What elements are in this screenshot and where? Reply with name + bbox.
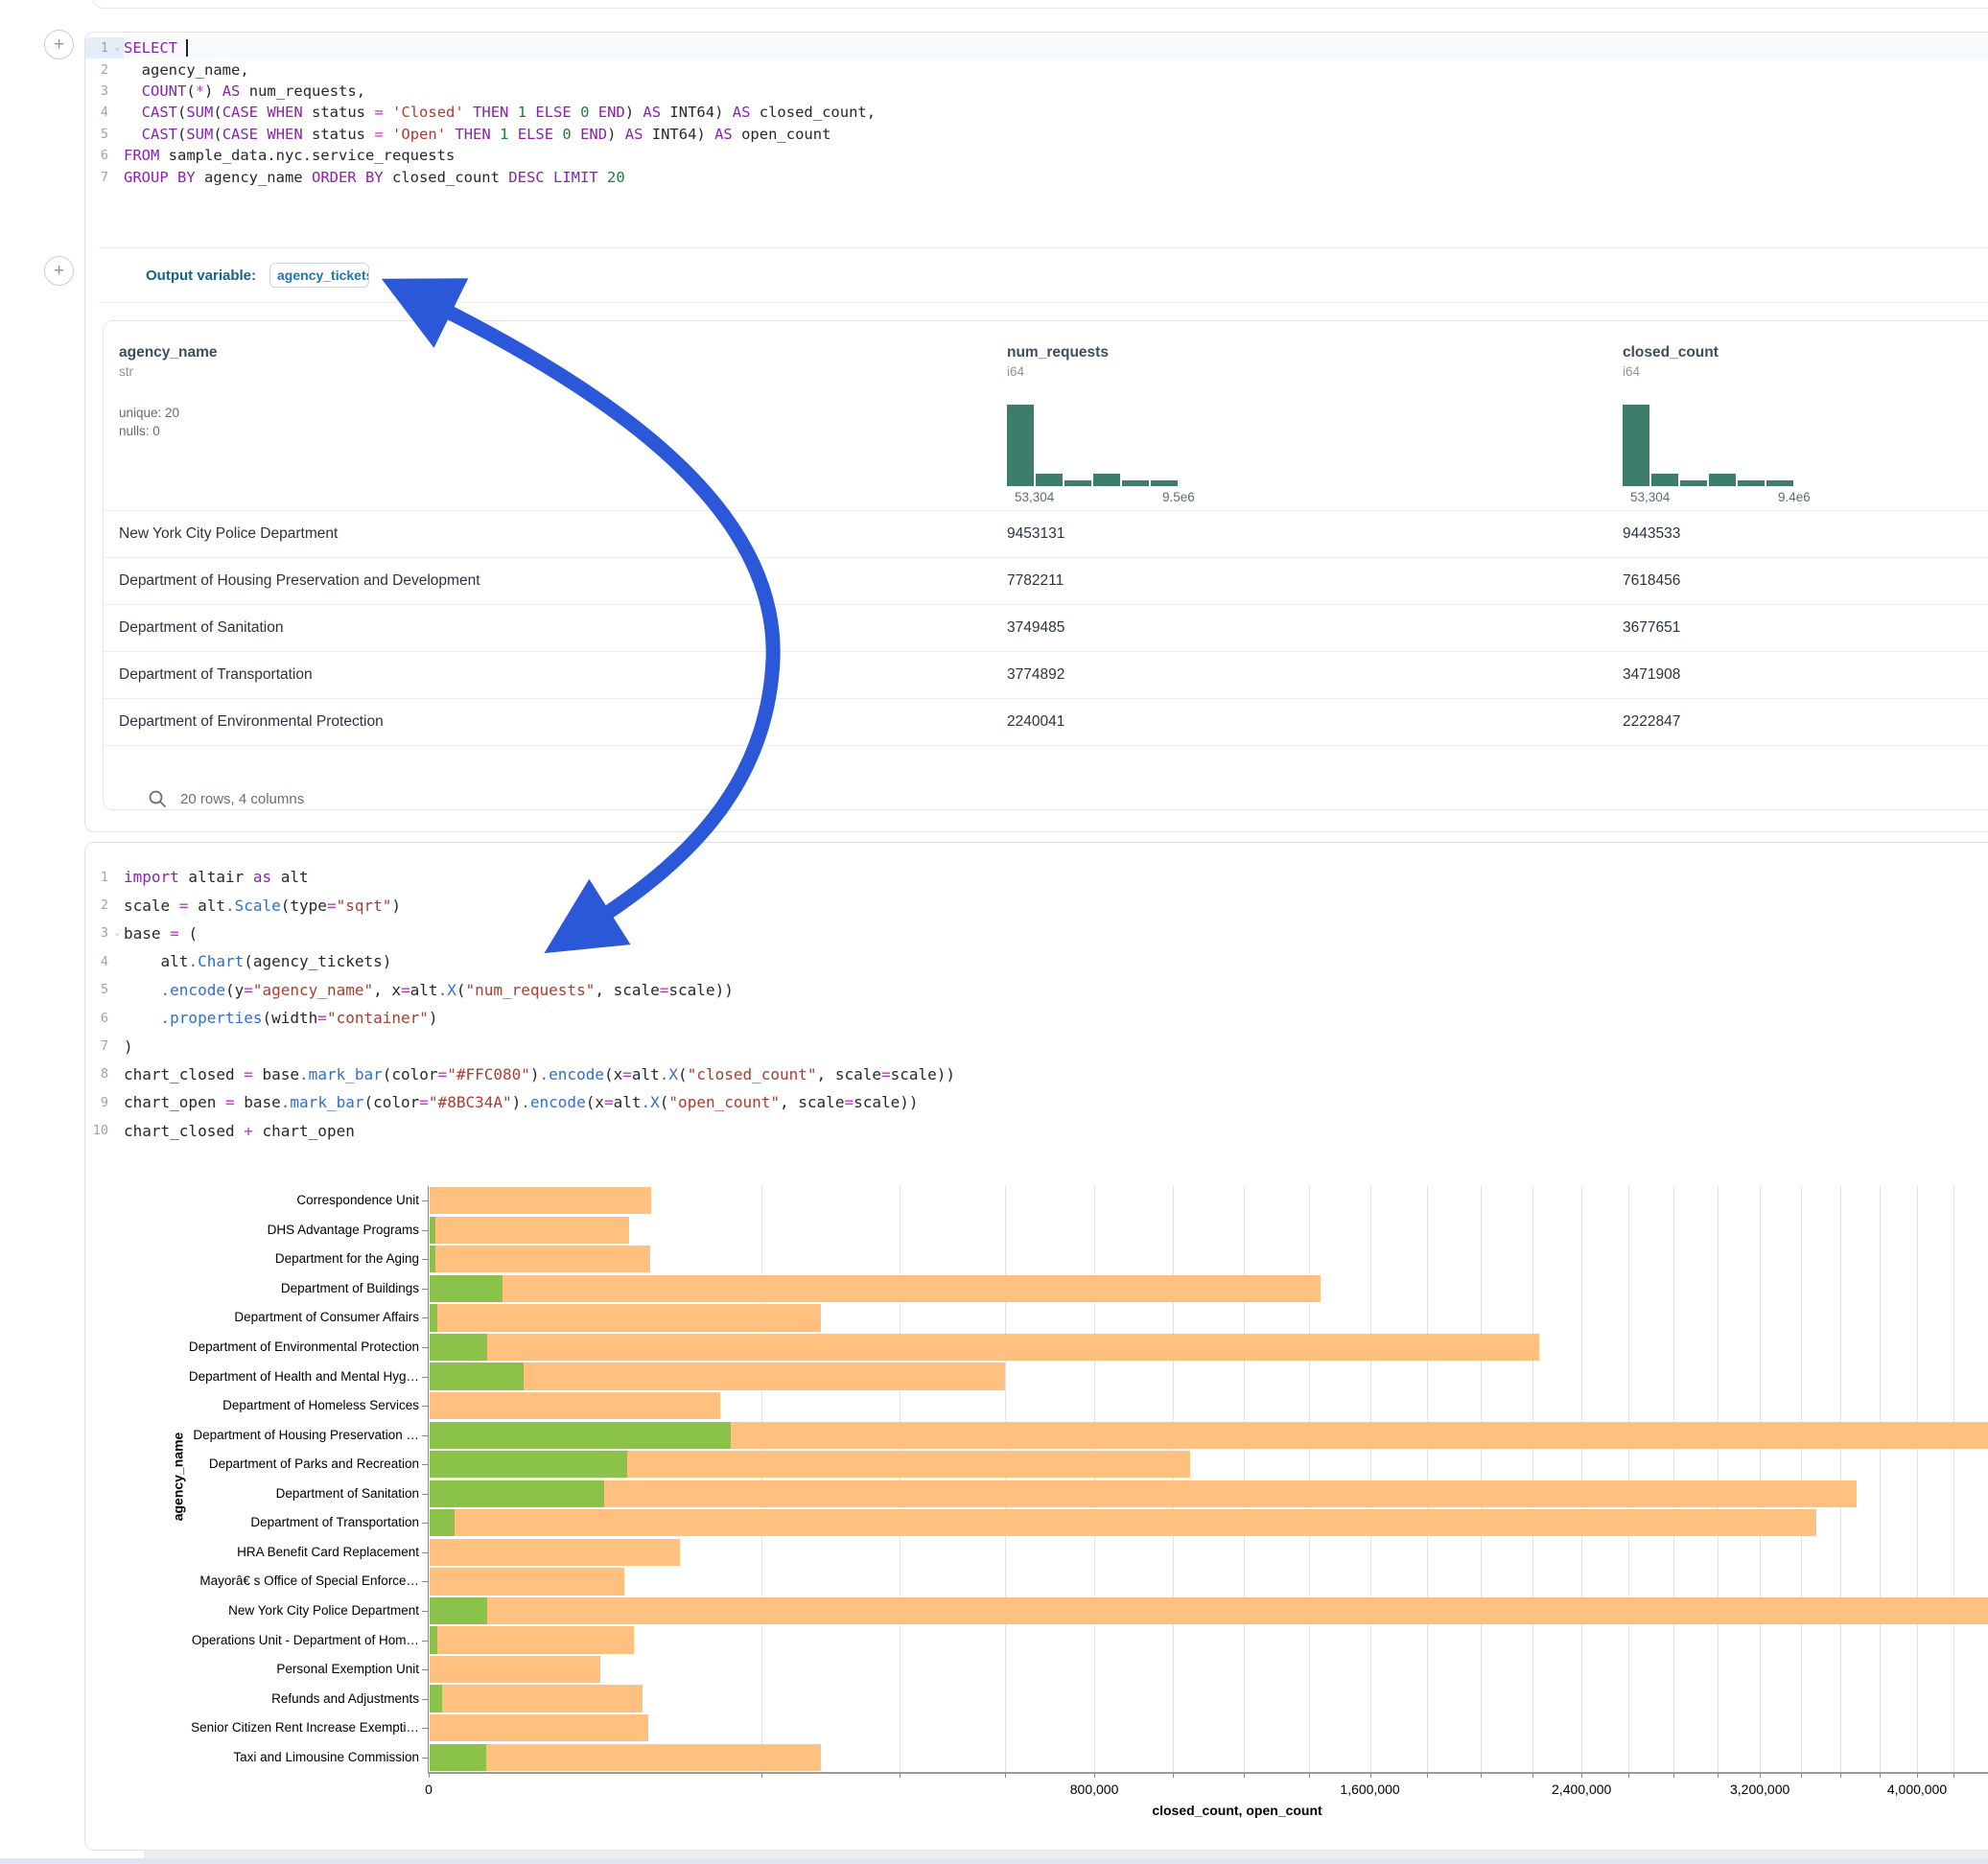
code-line[interactable]: 10chart_closed + chart_open <box>85 1117 1988 1145</box>
column-header[interactable]: agency_namestrunique: 20nulls: 0 <box>119 344 218 440</box>
code-line[interactable]: 3⌄base = ( <box>85 920 1988 947</box>
python-cell: 1import altair as alt2scale = alt.Scale(… <box>84 842 1988 1851</box>
line-number: 6 <box>85 1004 124 1032</box>
line-number: 7 <box>85 1032 124 1060</box>
table-row: Department of Sanitation 3749485 3677651 <box>104 604 1988 651</box>
add-cell-button[interactable]: + <box>44 30 74 59</box>
histogram-bar <box>1151 480 1178 486</box>
line-number: 2 <box>85 58 124 80</box>
code-line[interactable]: 4 alt.Chart(agency_tickets) <box>85 947 1988 975</box>
line-number: 2 <box>85 891 124 919</box>
histogram-min-label: 53,304 <box>1015 490 1054 504</box>
table-cell: 2222847 <box>1623 713 1680 731</box>
table-cell: Department of Transportation <box>119 666 313 684</box>
table-cell: Department of Sanitation <box>119 619 283 637</box>
histogram-bar <box>1122 480 1149 486</box>
table-row: New York City Police Department 9453131 94… <box>104 510 1988 557</box>
line-number: 3 <box>85 81 124 102</box>
table-cell: 9443533 <box>1623 525 1680 543</box>
code-line[interactable]: 2 agency_name, <box>85 58 1988 80</box>
histogram-max-label: 9.5e6 <box>1162 490 1195 504</box>
code-line[interactable]: 4 CAST(SUM(CASE WHEN status = 'Closed' T… <box>85 102 1988 123</box>
code-line[interactable]: 5 CAST(SUM(CASE WHEN status = 'Open' THE… <box>85 124 1988 145</box>
histogram-bar <box>1007 405 1034 486</box>
table-cell: 3774892 <box>1007 666 1064 684</box>
code-line[interactable]: 6 .properties(width="container") <box>85 1004 1988 1032</box>
table-cell: New York City Police Department <box>119 525 338 543</box>
search-icon[interactable] <box>148 789 167 808</box>
results-table: agency_namestrunique: 20nulls: 0 num_requ… <box>103 320 1988 810</box>
code-line[interactable]: 5 .encode(y="agency_name", x=alt.X("num_… <box>85 976 1988 1004</box>
code-line[interactable]: 7) <box>85 1032 1988 1060</box>
output-variable-bar: Output variable: agency_tickets <box>85 248 1988 302</box>
output-variable-input[interactable]: agency_tickets <box>269 263 369 288</box>
histogram-bar <box>1093 474 1120 486</box>
column-histogram <box>1623 404 1793 486</box>
table-cell: 3749485 <box>1007 619 1064 637</box>
line-number: 9 <box>85 1088 124 1116</box>
table-row: Department of Environmental Protection 22… <box>104 698 1988 745</box>
column-histogram <box>1007 404 1178 486</box>
table-cell: 3677651 <box>1623 619 1680 637</box>
histogram-bar <box>1738 480 1765 486</box>
code-line[interactable]: 7GROUP BY agency_name ORDER BY closed_co… <box>85 166 1988 187</box>
code-line[interactable]: 1⌄SELECT <box>85 37 1988 58</box>
table-cell: 7618456 <box>1623 572 1680 590</box>
add-cell-button[interactable]: + <box>44 256 74 286</box>
histogram-bar <box>1709 474 1736 486</box>
sql-cell: 1⌄SELECT 2 agency_name,3 COUNT(*) AS num… <box>84 32 1988 832</box>
previous-cell-edge <box>92 0 1988 9</box>
histogram-bar <box>1036 474 1063 486</box>
table-bottom-divider <box>104 745 1988 746</box>
table-cell: 9453131 <box>1007 525 1064 543</box>
histogram-bar <box>1623 405 1649 486</box>
line-number: 1 <box>85 863 124 891</box>
table-row: Department of Housing Preservation and D… <box>104 557 1988 604</box>
code-line[interactable]: 9chart_open = base.mark_bar(color="#8BC3… <box>85 1088 1988 1116</box>
table-cell: 7782211 <box>1007 572 1064 590</box>
line-number: 4 <box>85 102 124 123</box>
line-number: 3⌄ <box>85 920 124 947</box>
sql-code-editor[interactable]: 1⌄SELECT 2 agency_name,3 COUNT(*) AS num… <box>85 37 1988 188</box>
column-header[interactable]: num_requestsi6453,3049.5e6 <box>1007 344 1109 379</box>
page-gap <box>144 1851 1988 1858</box>
line-number: 10 <box>85 1117 124 1145</box>
table-cell: 2240041 <box>1007 713 1064 731</box>
python-code-editor[interactable]: 1import altair as alt2scale = alt.Scale(… <box>85 863 1988 1145</box>
code-line[interactable]: 2scale = alt.Scale(type="sqrt") <box>85 891 1988 919</box>
line-number: 5 <box>85 124 124 145</box>
column-header[interactable]: closed_counti6453,3049.4e6 <box>1623 344 1719 379</box>
next-cell-edge <box>0 1858 1988 1864</box>
line-number: 6 <box>85 145 124 166</box>
code-line[interactable]: 8chart_closed = base.mark_bar(color="#FF… <box>85 1060 1988 1088</box>
table-header: agency_namestrunique: 20nulls: 0 num_requ… <box>104 321 1988 510</box>
table-footer: 20 rows, 4 columns <box>148 789 304 808</box>
line-number: 1⌄ <box>85 37 124 58</box>
table-cell: Department of Housing Preservation and D… <box>119 572 480 590</box>
histogram-bar <box>1064 480 1091 486</box>
output-variable-label: Output variable: <box>146 268 256 284</box>
histogram-min-label: 53,304 <box>1630 490 1670 504</box>
code-line[interactable]: 6FROM sample_data.nyc.service_requests <box>85 145 1988 166</box>
line-number: 7 <box>85 166 124 187</box>
histogram-max-label: 9.4e6 <box>1778 490 1811 504</box>
line-number: 8 <box>85 1060 124 1088</box>
table-row: Department of Transportation 3774892 34719… <box>104 651 1988 698</box>
table-cell: Department of Environmental Protection <box>119 713 384 731</box>
code-line[interactable]: 3 COUNT(*) AS num_requests, <box>85 81 1988 102</box>
table-cell: 3471908 <box>1623 666 1680 684</box>
line-number: 4 <box>85 947 124 975</box>
divider <box>99 302 1988 303</box>
code-line[interactable]: 1import altair as alt <box>85 863 1988 891</box>
column-stats: unique: 20nulls: 0 <box>119 404 218 440</box>
text-cursor <box>186 39 188 57</box>
rows-summary: 20 rows, 4 columns <box>180 791 304 807</box>
line-number: 5 <box>85 976 124 1004</box>
histogram-bar <box>1680 480 1707 486</box>
histogram-bar <box>1766 480 1793 486</box>
histogram-bar <box>1651 474 1678 486</box>
